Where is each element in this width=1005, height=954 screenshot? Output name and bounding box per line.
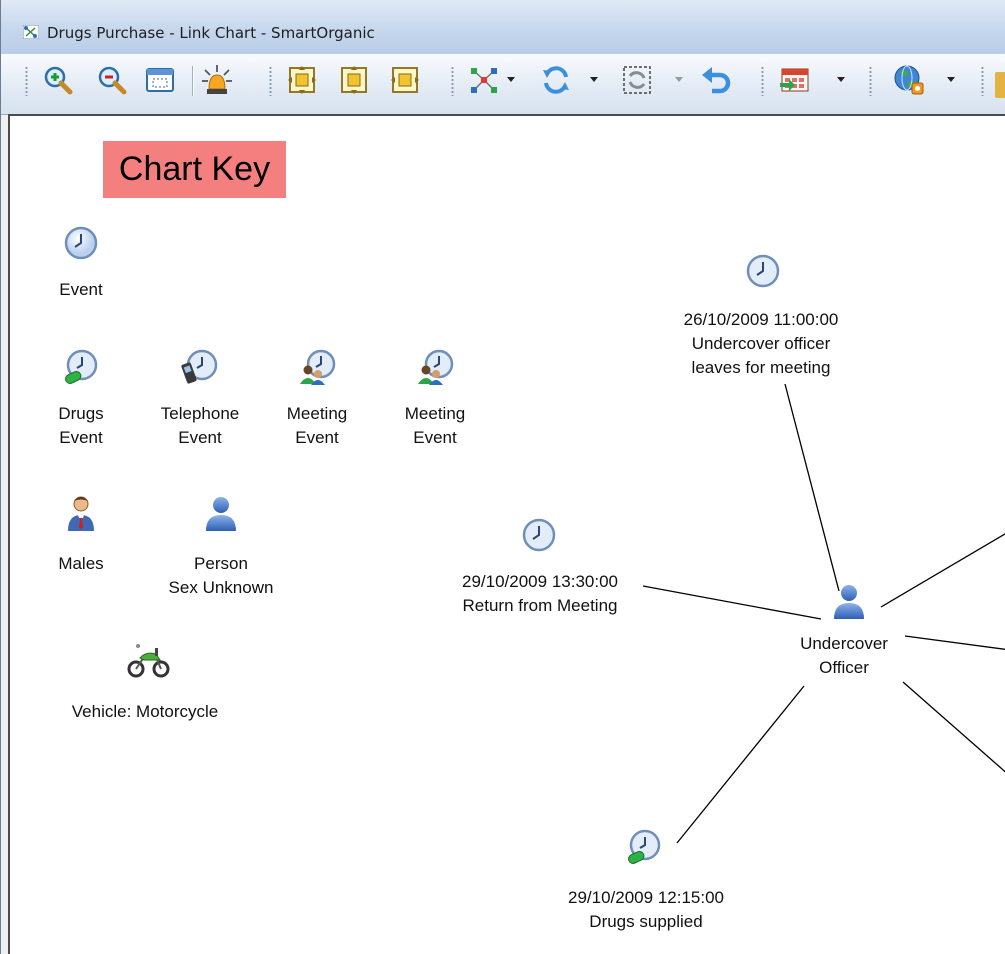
telephone-event-icon[interactable] xyxy=(180,348,218,386)
key-vehicle-label: Vehicle: Motorcycle xyxy=(71,702,219,721)
person-icon[interactable] xyxy=(830,582,868,620)
link-line[interactable] xyxy=(784,383,840,592)
node-return-meeting-line2: Return from Meeting xyxy=(462,596,618,615)
toolbar-grip[interactable] xyxy=(451,66,454,96)
toolbar-grip[interactable] xyxy=(869,66,872,96)
drugs-event-icon[interactable] xyxy=(62,348,100,386)
toolbar-grip[interactable] xyxy=(761,66,764,96)
clock-icon[interactable] xyxy=(744,252,782,290)
toolbar-grip[interactable] xyxy=(981,66,984,96)
key-meeting-event-1-line2: Event xyxy=(295,428,339,447)
key-meeting-event-2-line1: Meeting xyxy=(404,404,466,423)
network-layout-dropdown-icon[interactable] xyxy=(507,77,515,82)
node-drugs-supplied-line2: Drugs supplied xyxy=(589,912,703,931)
network-layout-icon[interactable] xyxy=(467,63,501,97)
node-return-meeting-label[interactable]: 29/10/2009 13:30:00 Return from Meeting xyxy=(462,570,618,618)
node-leaves-meeting-line3: leaves for meeting xyxy=(691,358,831,377)
link-lines xyxy=(642,383,1005,844)
chart-key-title: Chart Key xyxy=(103,141,286,198)
alert-light-icon[interactable] xyxy=(200,63,234,97)
key-drugs-event-label: Drugs Event xyxy=(58,402,103,450)
link-line[interactable] xyxy=(642,585,822,620)
link-chart-app-icon xyxy=(23,25,39,39)
key-males-label: Males xyxy=(58,554,104,573)
fit-all-icon[interactable] xyxy=(285,63,319,97)
key-drugs-event-line2: Event xyxy=(59,428,103,447)
window-title: Drugs Purchase - Link Chart - SmartOrgan… xyxy=(47,24,375,42)
key-person-line1: Person xyxy=(194,554,248,573)
person-icon[interactable] xyxy=(202,494,240,532)
link-line[interactable] xyxy=(880,531,1005,608)
refresh-selection-icon[interactable] xyxy=(620,63,654,97)
key-person-line2: Sex Unknown xyxy=(168,578,274,597)
node-undercover-officer-label[interactable]: Undercover Officer xyxy=(800,632,888,680)
node-drugs-supplied-time: 29/10/2009 12:15:00 xyxy=(568,888,724,907)
link-line[interactable] xyxy=(676,685,805,844)
key-meeting-event-2-label: Meeting Event xyxy=(405,402,465,450)
link-chart-canvas[interactable]: Chart Key Event Drugs Event Telephone Ev… xyxy=(10,116,1005,954)
link-line[interactable] xyxy=(904,635,1005,650)
refresh-selection-dropdown-icon[interactable] xyxy=(675,77,683,82)
meeting-event-icon[interactable] xyxy=(416,348,454,386)
toolbar-grip[interactable] xyxy=(269,66,272,96)
overflow-toolbar-icon[interactable] xyxy=(995,72,1005,98)
key-meeting-event-1-label: Meeting Event xyxy=(287,402,347,450)
drugs-event-icon[interactable] xyxy=(625,828,663,866)
clock-icon[interactable] xyxy=(520,516,558,554)
title-bar: Drugs Purchase - Link Chart - SmartOrgan… xyxy=(1,0,1005,55)
zoom-out-icon[interactable] xyxy=(95,63,129,97)
key-person-label: Person Sex Unknown xyxy=(169,552,274,600)
node-undercover-officer-line2: Officer xyxy=(819,658,869,677)
refresh-icon[interactable] xyxy=(539,63,573,97)
meeting-event-icon[interactable] xyxy=(298,348,336,386)
key-meeting-event-2-line2: Event xyxy=(413,428,457,447)
chart-canvas-frame: Chart Key Event Drugs Event Telephone Ev… xyxy=(8,114,1005,954)
key-drugs-event-line1: Drugs xyxy=(58,404,104,423)
fit-vertical-icon[interactable] xyxy=(337,63,371,97)
node-leaves-meeting-label[interactable]: 26/10/2009 11:00:00 Undercover officer l… xyxy=(684,308,839,380)
key-telephone-event-line2: Event xyxy=(178,428,222,447)
key-meeting-event-1-line1: Meeting xyxy=(286,404,348,423)
fit-horizontal-icon[interactable] xyxy=(388,63,422,97)
calendar-icon[interactable] xyxy=(778,63,812,97)
calendar-dropdown-icon[interactable] xyxy=(837,77,845,82)
link-line[interactable] xyxy=(902,681,1005,776)
clock-icon[interactable] xyxy=(62,224,100,262)
node-return-meeting-time: 29/10/2009 13:30:00 xyxy=(462,572,618,591)
application-window: Drugs Purchase - Link Chart - SmartOrgan… xyxy=(0,0,1005,954)
node-leaves-meeting-line2: Undercover officer xyxy=(691,334,831,353)
refresh-dropdown-icon[interactable] xyxy=(590,77,598,82)
node-leaves-meeting-time: 26/10/2009 11:00:00 xyxy=(683,310,839,329)
key-telephone-event-line1: Telephone xyxy=(160,404,240,423)
male-person-icon[interactable] xyxy=(62,494,100,532)
node-undercover-officer-line1: Undercover xyxy=(800,634,888,653)
key-telephone-event-label: Telephone Event xyxy=(161,402,239,450)
zoom-in-icon[interactable] xyxy=(41,63,75,97)
undo-icon[interactable] xyxy=(698,63,732,97)
motorcycle-icon[interactable] xyxy=(126,640,172,678)
globe-map-icon[interactable] xyxy=(892,63,926,97)
window-view-icon[interactable] xyxy=(143,63,177,97)
node-drugs-supplied-label[interactable]: 29/10/2009 12:15:00 Drugs supplied xyxy=(568,886,724,934)
globe-map-dropdown-icon[interactable] xyxy=(947,77,955,82)
toolbar-grip[interactable] xyxy=(25,66,28,96)
toolbar-separator xyxy=(192,66,193,96)
main-toolbar xyxy=(1,54,1005,115)
key-event-label: Event xyxy=(59,280,103,299)
